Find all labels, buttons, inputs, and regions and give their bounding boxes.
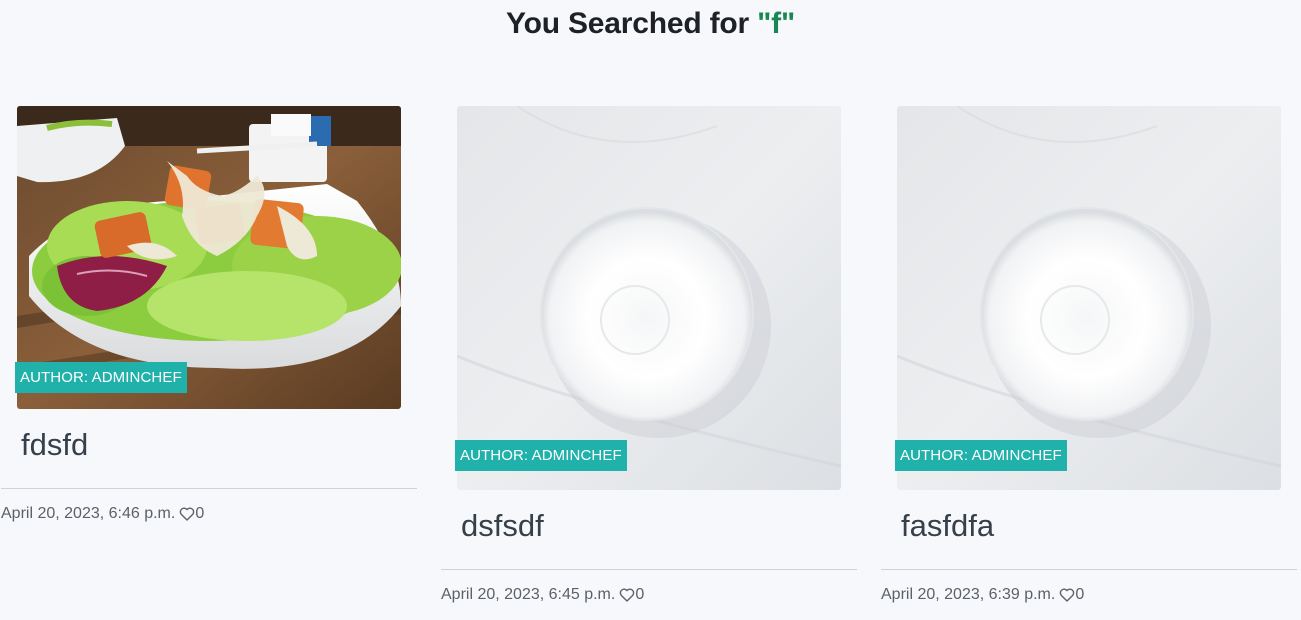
like-count: 0 [195,505,205,522]
post-date: April 20, 2023, 6:46 p.m. [1,505,176,522]
card-divider [441,569,857,570]
card-meta: April 20, 2023, 6:46 p.m. 0 [1,504,204,524]
recipe-image-bowl[interactable] [897,106,1281,490]
recipe-title[interactable]: fdsfd [21,427,88,463]
search-results-page: You Searched for "f" AUTHOR: ADMINCHEF f… [0,0,1301,620]
like-count: 0 [1075,586,1085,603]
recipe-title[interactable]: fasfdfa [901,508,994,544]
author-badge[interactable]: AUTHOR: ADMINCHEF [15,362,187,393]
heart-icon[interactable] [619,587,635,603]
title-prefix: You Searched for [506,7,758,40]
author-badge[interactable]: AUTHOR: ADMINCHEF [895,440,1067,471]
empty-bowl-photo-icon [457,106,841,490]
recipe-card[interactable]: AUTHOR: ADMINCHEF fdsfd April 20, 2023, … [1,106,417,536]
search-query: "f" [757,7,795,40]
like-count: 0 [635,586,645,603]
author-badge[interactable]: AUTHOR: ADMINCHEF [455,440,627,471]
page-title: You Searched for "f" [0,6,1301,42]
card-divider [881,569,1297,570]
empty-bowl-photo-icon [897,106,1281,490]
card-divider [1,488,417,489]
heart-icon[interactable] [179,506,195,522]
recipe-card[interactable]: AUTHOR: ADMINCHEF fasfdfa April 20, 2023… [881,106,1297,616]
post-date: April 20, 2023, 6:39 p.m. [881,586,1056,603]
post-date: April 20, 2023, 6:45 p.m. [441,586,616,603]
recipe-card[interactable]: AUTHOR: ADMINCHEF dsfsdf April 20, 2023,… [441,106,857,616]
recipe-title[interactable]: dsfsdf [461,508,544,544]
card-meta: April 20, 2023, 6:39 p.m. 0 [881,585,1084,605]
heart-icon[interactable] [1059,587,1075,603]
recipe-image-bowl[interactable] [457,106,841,490]
card-meta: April 20, 2023, 6:45 p.m. 0 [441,585,644,605]
